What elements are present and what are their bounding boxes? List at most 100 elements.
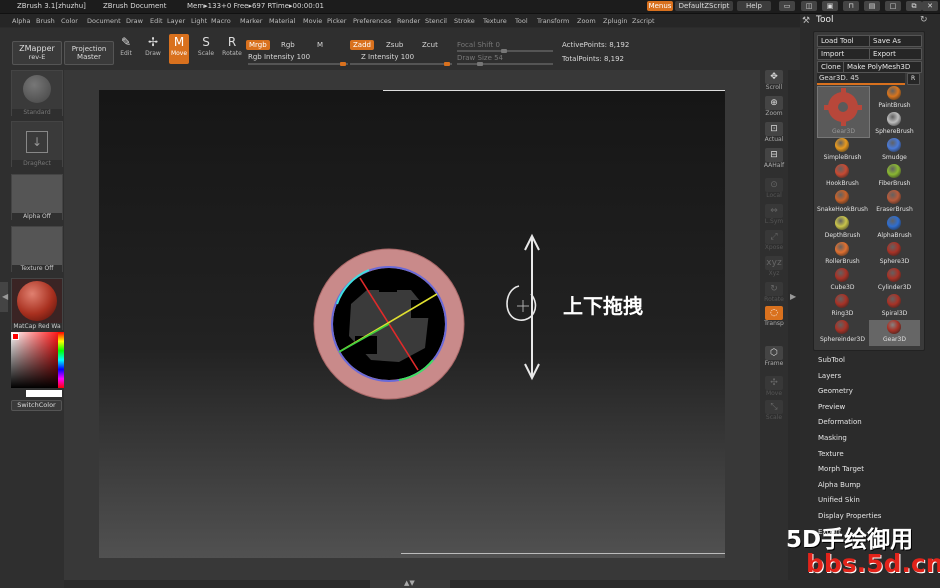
xyz-button[interactable]: xyz Xyz [763, 256, 785, 278]
move-button[interactable]: ✣ Move [763, 376, 785, 398]
zadd-toggle[interactable]: Zadd [350, 40, 374, 50]
zmapper-button[interactable]: ZMapper rev-E [12, 41, 62, 65]
section-layers[interactable]: Layers [818, 372, 841, 380]
menu-transform[interactable]: Transform [537, 17, 569, 25]
menu-texture[interactable]: Texture [483, 17, 507, 25]
secondary-color-swatch[interactable] [26, 390, 62, 397]
tool-depthbrush[interactable]: DepthBrush [817, 216, 868, 242]
rotate-button[interactable]: ↻ Rotate [763, 282, 785, 304]
tool-slider[interactable]: Gear3D. 45 [817, 73, 905, 85]
close-icon[interactable]: ✕ [922, 1, 938, 11]
tool-fiberbrush[interactable]: FiberBrush [869, 164, 920, 190]
menu-macro[interactable]: Macro [211, 17, 231, 25]
texture-slot[interactable]: Texture Off [11, 226, 63, 272]
menu-alpha[interactable]: Alpha [12, 17, 30, 25]
maximize-icon[interactable]: □ [885, 1, 901, 11]
move-mode-button[interactable]: M Move [169, 34, 189, 64]
draw-mode-button[interactable]: ✢ Draw [143, 34, 163, 64]
menu-layer[interactable]: Layer [167, 17, 185, 25]
save-as-button[interactable]: Save As [869, 35, 922, 47]
menu-stencil[interactable]: Stencil [425, 17, 447, 25]
section-geometry[interactable]: Geometry [818, 387, 853, 395]
lsym-button[interactable]: ⇔ L.Sym [763, 204, 785, 226]
menu-tool[interactable]: Tool [515, 17, 528, 25]
menu-marker[interactable]: Marker [240, 17, 262, 25]
lock-icon[interactable]: ⊓ [843, 1, 859, 11]
default-zscript-button[interactable]: DefaultZScript [675, 1, 733, 11]
zsub-toggle[interactable]: Zsub [386, 41, 403, 49]
menu-render[interactable]: Render [397, 17, 420, 25]
tool-snakehookbrush[interactable]: SnakeHookBrush [817, 190, 868, 216]
tool-alphabrush[interactable]: AlphaBrush [869, 216, 920, 242]
scale-button[interactable]: ⤡ Scale [763, 400, 785, 422]
projection-master-button[interactable]: Projection Master [64, 41, 114, 65]
tool-cylinder3d[interactable]: Cylinder3D [869, 268, 920, 294]
section-morph-target[interactable]: Morph Target [818, 465, 864, 473]
zcut-toggle[interactable]: Zcut [422, 41, 438, 49]
menu-stroke[interactable]: Stroke [454, 17, 475, 25]
frame-button[interactable]: ⬡ Frame [763, 346, 785, 368]
menu-zscript[interactable]: Zscript [632, 17, 655, 25]
material-slot[interactable]: MatCap Red Wa [11, 278, 63, 330]
color-picker[interactable] [11, 332, 64, 388]
make-polymesh-button[interactable]: Make PolyMesh3D [843, 61, 922, 73]
rotate-mode-button[interactable]: R Rotate [222, 34, 242, 64]
load-tool-button[interactable]: Load Tool [817, 35, 870, 47]
xpose-button[interactable]: ⤢ Xpose [763, 230, 785, 252]
brush-slot[interactable]: Standard [11, 70, 63, 116]
local-button[interactable]: ⊙ Local [763, 178, 785, 200]
help-button[interactable]: Help [737, 1, 771, 11]
focal-shift-slider[interactable] [457, 49, 553, 53]
section-deformation[interactable]: Deformation [818, 418, 862, 426]
menu-draw[interactable]: Draw [126, 17, 143, 25]
save-icon[interactable]: ▤ [864, 1, 880, 11]
tool-smudge[interactable]: Smudge [869, 138, 920, 164]
section-export[interactable]: Export [818, 528, 841, 536]
main-color-swatch[interactable] [12, 333, 19, 340]
actual-button[interactable]: ⊡ Actual [763, 122, 785, 144]
clone-button[interactable]: Clone [817, 61, 844, 73]
import-button[interactable]: Import [817, 48, 870, 60]
section-alpha-bump[interactable]: Alpha Bump [818, 481, 861, 489]
menu-zoom[interactable]: Zoom [577, 17, 596, 25]
aahalf-button[interactable]: ⊟ AAHalf [763, 148, 785, 170]
section-unified-skin[interactable]: Unified Skin [818, 496, 860, 504]
tool-cube3d[interactable]: Cube3D [817, 268, 868, 294]
tool-rollerbrush[interactable]: RollerBrush [817, 242, 868, 268]
zoom-button[interactable]: ⊕ Zoom [763, 96, 785, 118]
menu-picker[interactable]: Picker [327, 17, 346, 25]
right-tray-arrow-icon[interactable]: ▶ [790, 292, 796, 301]
alpha-slot[interactable]: Alpha Off [11, 174, 63, 220]
tool-eraserbrush[interactable]: EraserBrush [869, 190, 920, 216]
menu-zplugin[interactable]: Zplugin [603, 17, 628, 25]
z-intensity-slider[interactable] [350, 62, 452, 66]
tool-palette-title[interactable]: Tool [816, 15, 833, 25]
m-toggle[interactable]: M [317, 41, 323, 49]
menu-document[interactable]: Document [87, 17, 121, 25]
menu-movie[interactable]: Movie [303, 17, 322, 25]
draw-size-slider[interactable] [457, 62, 553, 66]
menu-preferences[interactable]: Preferences [353, 17, 391, 25]
window-minimize-icon[interactable]: ▭ [779, 1, 795, 11]
export-button[interactable]: Export [869, 48, 922, 60]
section-display-properties[interactable]: Display Properties [818, 512, 881, 520]
menu-color[interactable]: Color [61, 17, 78, 25]
section-subtool[interactable]: SubTool [818, 356, 845, 364]
selected-tool-thumbnail[interactable]: Gear3D [817, 86, 870, 138]
rgb-intensity-slider[interactable] [248, 62, 348, 66]
stroke-slot[interactable]: ↓ DragRect [11, 121, 63, 167]
r-button[interactable]: R [907, 73, 920, 85]
tool-gear3d[interactable]: Gear3D [869, 320, 920, 346]
rgb-toggle[interactable]: Rgb [281, 41, 295, 49]
tool-sphereinder3d[interactable]: Sphereinder3D [817, 320, 868, 346]
section-masking[interactable]: Masking [818, 434, 847, 442]
scale-mode-button[interactable]: S Scale [196, 34, 216, 64]
window-compact-icon[interactable]: ▣ [822, 1, 838, 11]
section-texture[interactable]: Texture [818, 450, 844, 458]
section-preview[interactable]: Preview [818, 403, 845, 411]
menus-button[interactable]: Menus [647, 1, 673, 11]
tool-ring3d[interactable]: Ring3D [817, 294, 868, 320]
refresh-icon[interactable]: ↻ [920, 15, 928, 25]
tool-sphere3d[interactable]: Sphere3D [869, 242, 920, 268]
tool-spiral3d[interactable]: Spiral3D [869, 294, 920, 320]
